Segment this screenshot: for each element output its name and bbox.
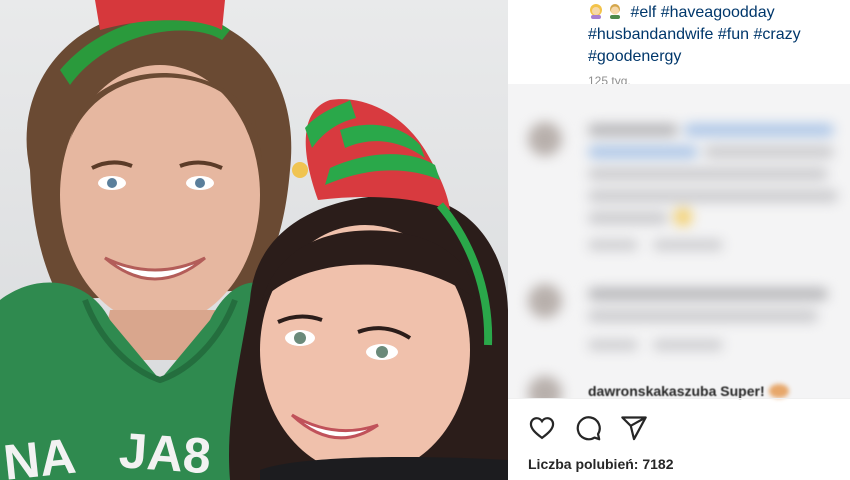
- man-emoji-icon: [607, 3, 623, 19]
- commenter-avatar: [528, 284, 562, 318]
- hashtag-link[interactable]: #crazy: [753, 26, 800, 43]
- hashtag-link[interactable]: #fun: [718, 26, 749, 43]
- hashtag-link[interactable]: #goodenergy: [588, 48, 681, 65]
- section-divider: [508, 398, 850, 399]
- like-button[interactable]: [526, 412, 558, 444]
- hashtag-link[interactable]: #elf: [630, 4, 656, 21]
- post-side-panel: #elf #haveagoodday #husbandandwife #fun …: [508, 0, 850, 480]
- likes-count[interactable]: Liczba polubień: 7182: [528, 456, 673, 472]
- blurred-comments: [508, 84, 850, 398]
- post-caption: #elf #haveagoodday #husbandandwife #fun …: [588, 2, 838, 68]
- comments-section-blurred: [508, 84, 850, 398]
- commenter-avatar: [528, 376, 562, 398]
- post-actions-bar: [526, 412, 650, 444]
- woman-emoji-icon: [588, 3, 604, 19]
- share-button[interactable]: [618, 412, 650, 444]
- svg-text:NA: NA: [1, 428, 79, 480]
- couple-selfie-illustration: NA JA8: [0, 0, 508, 480]
- post-photo[interactable]: NA JA8: [0, 0, 508, 480]
- share-icon: [621, 416, 647, 441]
- comment-button[interactable]: [572, 412, 604, 444]
- comment-icon: [576, 416, 601, 441]
- hashtag-link[interactable]: #haveagoodday: [661, 4, 775, 21]
- heart-icon: [529, 417, 555, 440]
- commenter-avatar: [528, 122, 562, 156]
- svg-text:JA8: JA8: [117, 422, 212, 480]
- hashtag-link[interactable]: #husbandandwife: [588, 26, 713, 43]
- comment-username-partial[interactable]: dawronskakaszuba Super!: [588, 383, 789, 399]
